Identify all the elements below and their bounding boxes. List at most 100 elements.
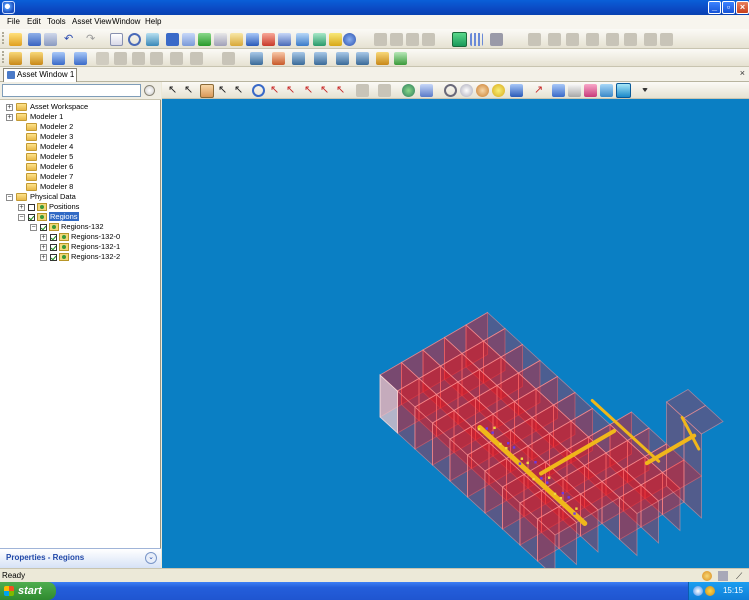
close-tab-icon[interactable]: ×	[740, 68, 745, 78]
help-icon[interactable]	[343, 33, 356, 46]
collapse-icon[interactable]: −	[18, 213, 25, 221]
select-multi-icon[interactable]: ↖	[184, 84, 197, 97]
globe-icon[interactable]	[402, 84, 415, 97]
expand-icon[interactable]: +	[40, 253, 47, 261]
open-folder-icon[interactable]	[9, 33, 22, 46]
tree-item[interactable]: + Regions-132-2	[40, 252, 120, 262]
disabled-tool-icon[interactable]	[548, 33, 561, 46]
expand-icon[interactable]: +	[6, 103, 13, 111]
tree-item[interactable]: Modeler 3	[16, 132, 73, 142]
diamond-icon[interactable]	[246, 33, 259, 46]
disabled-tool-icon[interactable]	[644, 33, 657, 46]
orbit-icon[interactable]	[356, 52, 369, 65]
tree-item[interactable]: + Asset Workspace	[6, 102, 88, 112]
disabled-tool-icon[interactable]	[190, 52, 203, 65]
menu-help[interactable]: Help	[145, 17, 161, 26]
collapse-icon[interactable]: −	[30, 223, 37, 231]
expand-icon[interactable]: +	[40, 233, 47, 241]
light-icon[interactable]	[376, 52, 389, 65]
disabled-tool-icon[interactable]	[114, 52, 127, 65]
tree-item[interactable]: Modeler 5	[16, 152, 73, 162]
tree-item[interactable]: Modeler 6	[16, 162, 73, 172]
collapse-icon[interactable]: −	[6, 193, 13, 201]
dotted-grid-icon[interactable]	[470, 33, 483, 46]
magnify-icon[interactable]	[444, 84, 457, 97]
tree-item[interactable]: − Physical Data	[6, 192, 76, 202]
visibility-checkbox[interactable]	[50, 243, 57, 251]
hand-pan-icon[interactable]	[200, 84, 214, 98]
model-icon[interactable]	[313, 33, 326, 46]
3d-viewport[interactable]	[162, 99, 749, 568]
menu-edit[interactable]: Edit	[27, 17, 41, 26]
disabled-tool-icon[interactable]	[222, 52, 235, 65]
resize-grip-icon[interactable]: ⟋	[736, 571, 746, 581]
visibility-checkbox[interactable]	[28, 213, 35, 221]
cube-red-icon[interactable]	[272, 52, 285, 65]
disabled-tool-icon[interactable]	[356, 84, 369, 97]
select-position-icon[interactable]: ↖	[234, 84, 247, 97]
solid-render-icon[interactable]	[452, 32, 467, 47]
disabled-tool-icon[interactable]	[606, 33, 619, 46]
transfer-icon[interactable]	[52, 52, 65, 65]
select-region-icon[interactable]: ↖	[218, 84, 231, 97]
asset-icon[interactable]	[9, 52, 22, 65]
maximize-icon[interactable]: ▫	[722, 1, 735, 14]
toolbar-grip[interactable]	[2, 51, 5, 63]
search-input[interactable]	[2, 84, 141, 97]
tree-item[interactable]: + Modeler 1	[6, 112, 63, 122]
tree-item[interactable]: − Regions	[18, 212, 79, 222]
zoom-icon[interactable]	[252, 84, 265, 97]
tab-asset-window-1[interactable]: Asset Window 1	[3, 68, 77, 82]
expand-icon[interactable]: +	[6, 113, 13, 121]
expand-icon[interactable]: +	[40, 243, 47, 251]
properties-bar[interactable]: Properties - Regions ⌄	[0, 548, 161, 568]
link-icon[interactable]	[74, 52, 87, 65]
snowflake-icon[interactable]	[278, 33, 291, 46]
disabled-tool-icon[interactable]	[170, 52, 183, 65]
paint-icon[interactable]	[552, 84, 565, 97]
layer-icon[interactable]	[230, 33, 243, 46]
zoom-icon[interactable]	[336, 52, 349, 65]
document-icon[interactable]	[110, 33, 123, 46]
photo-icon[interactable]	[584, 84, 597, 97]
visibility-checkbox[interactable]	[50, 233, 57, 241]
search-go-icon[interactable]	[144, 85, 155, 96]
measure-icon[interactable]: ↗	[534, 84, 547, 97]
chevron-down-icon[interactable]	[642, 88, 648, 92]
disabled-tool-icon[interactable]	[660, 33, 673, 46]
menu-tools[interactable]: Tools	[47, 17, 66, 26]
disabled-tool-icon[interactable]	[96, 52, 109, 65]
light-bulb-icon[interactable]	[492, 84, 505, 97]
pick-icon[interactable]: ↖	[336, 84, 349, 97]
chart-icon[interactable]	[182, 33, 195, 46]
tree-item[interactable]: + Regions-132-0	[40, 232, 120, 242]
asset-add-icon[interactable]	[30, 52, 43, 65]
visibility-checkbox[interactable]	[40, 223, 47, 231]
chevron-down-icon[interactable]: ⌄	[145, 552, 157, 564]
screen-icon[interactable]	[600, 84, 613, 97]
start-button[interactable]: start	[0, 582, 56, 600]
menu-asset-view[interactable]: Asset View	[72, 17, 111, 26]
disabled-tool-icon[interactable]	[586, 33, 599, 46]
pick-icon[interactable]: ↖	[320, 84, 333, 97]
cube-view-icon[interactable]	[616, 83, 631, 98]
select-arrow-icon[interactable]: ↖	[168, 84, 181, 97]
grid-icon[interactable]	[214, 33, 227, 46]
menu-window[interactable]: Window	[112, 17, 140, 26]
undo-icon[interactable]: ↶	[64, 33, 77, 46]
security-tray-icon[interactable]	[705, 586, 715, 596]
axis-icon[interactable]	[420, 84, 433, 97]
table-icon[interactable]	[296, 33, 309, 46]
tree-item[interactable]: + Positions	[18, 202, 79, 212]
tree-item[interactable]: Modeler 7	[16, 172, 73, 182]
pick-icon[interactable]: ↖	[304, 84, 317, 97]
disabled-tool-icon[interactable]	[378, 84, 391, 97]
disabled-tool-icon[interactable]	[390, 33, 403, 46]
tree-item[interactable]: − Regions-132	[30, 222, 104, 232]
disabled-tool-icon[interactable]	[422, 33, 435, 46]
network-tray-icon[interactable]	[693, 586, 703, 596]
visibility-checkbox[interactable]	[28, 203, 35, 211]
tree-item[interactable]: Modeler 8	[16, 182, 73, 192]
app-icon[interactable]	[2, 1, 15, 14]
disabled-tool-icon[interactable]	[528, 33, 541, 46]
